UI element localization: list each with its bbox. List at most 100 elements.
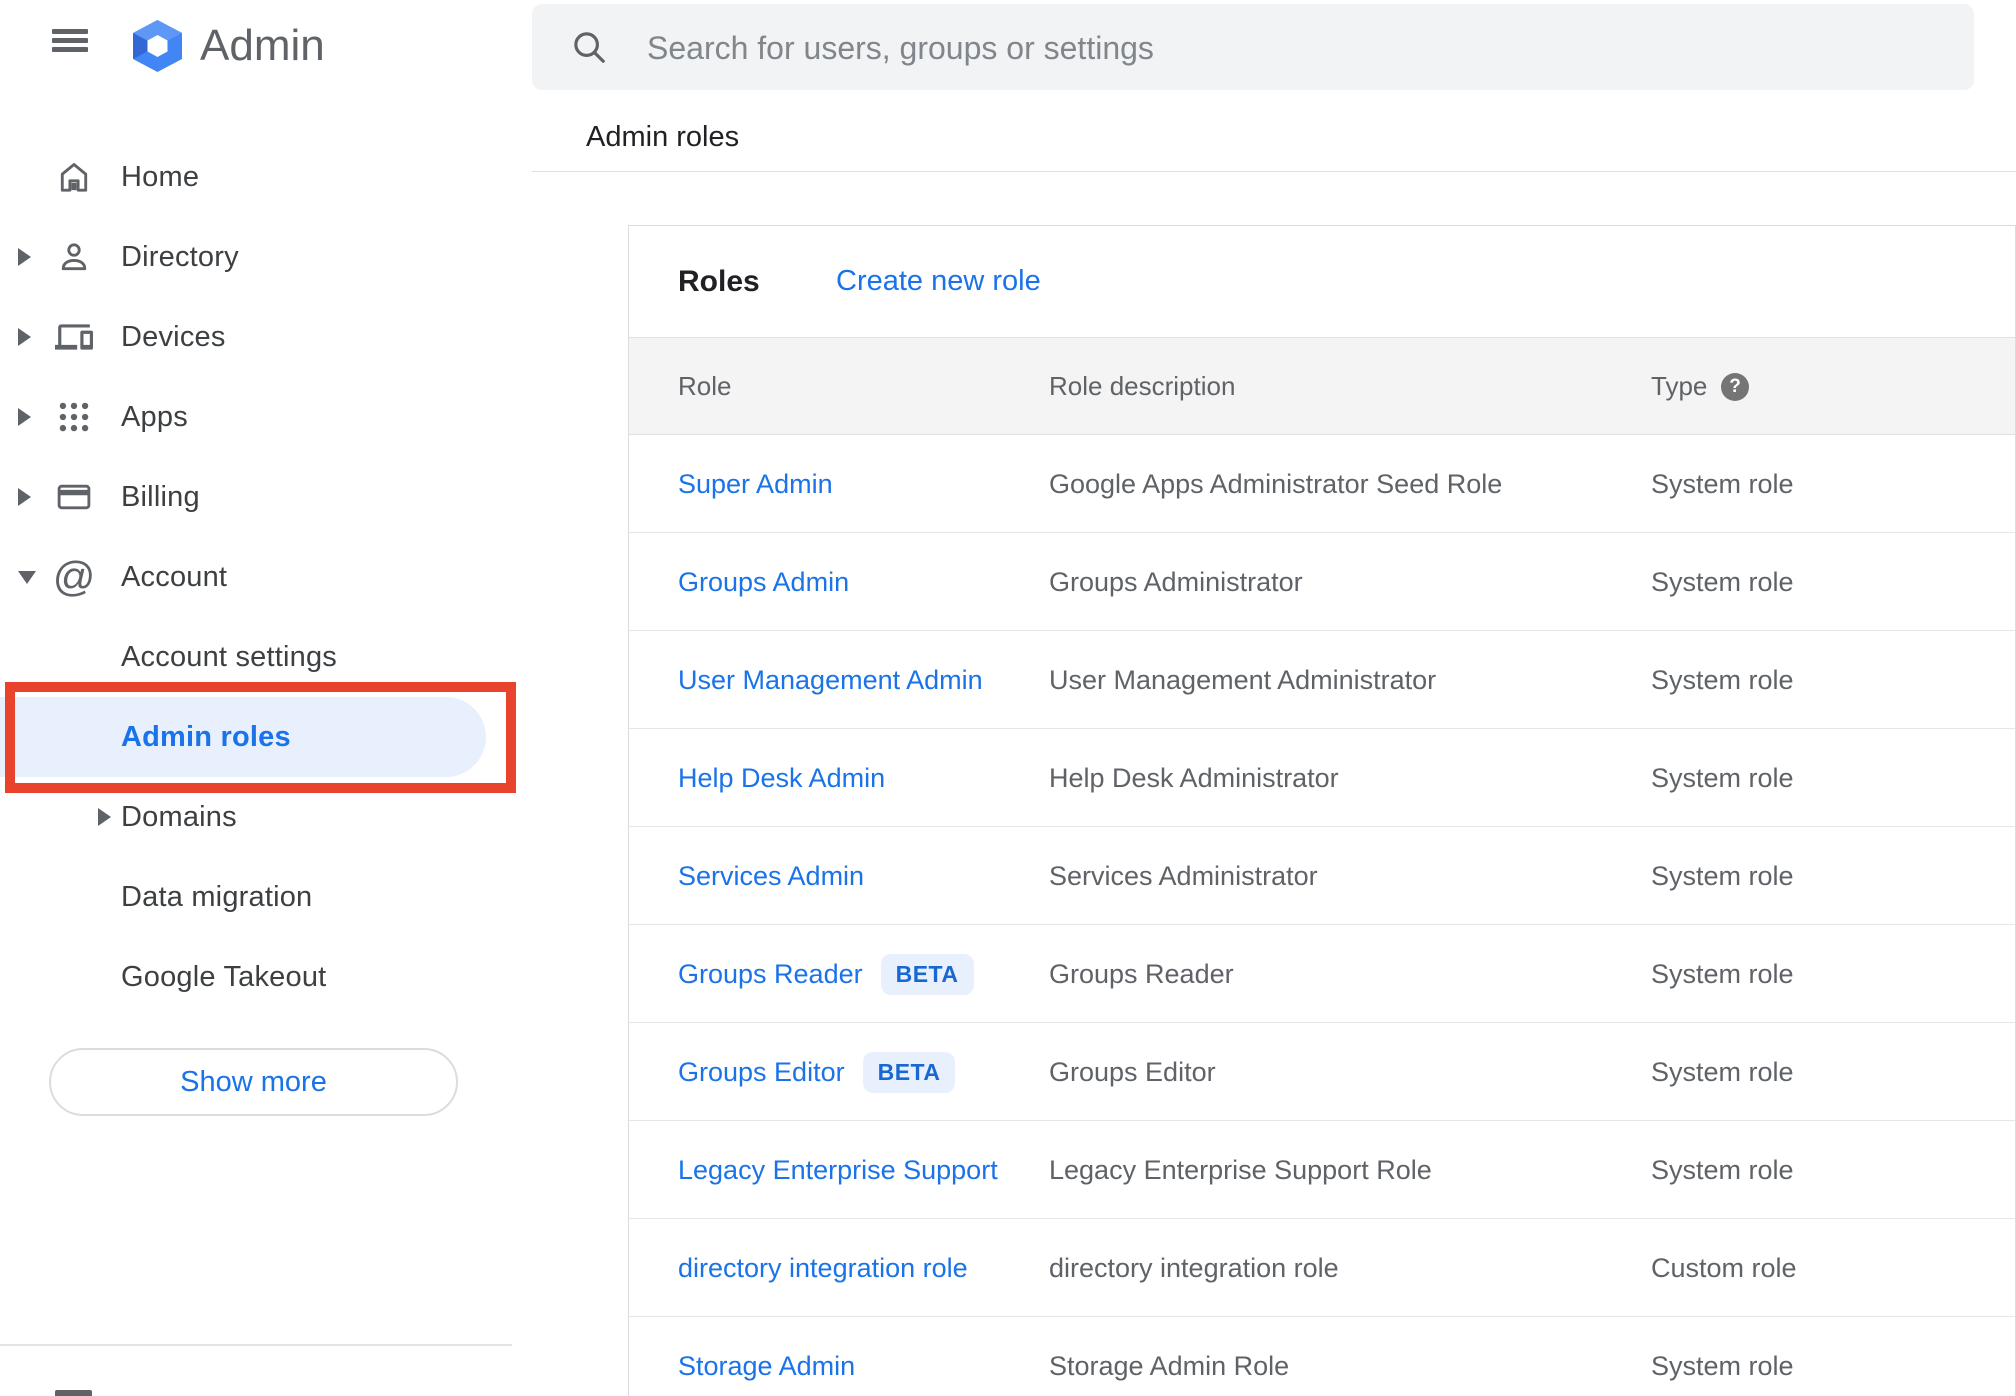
expand-arrow-icon[interactable] xyxy=(18,377,38,457)
role-link[interactable]: Help Desk Admin xyxy=(678,763,885,794)
sidebar-item-devices[interactable]: Devices xyxy=(0,297,512,377)
role-description: Groups Editor xyxy=(1049,1056,1216,1087)
role-type: Custom role xyxy=(1651,1252,1797,1283)
sidebar-item-account-settings[interactable]: Account settings xyxy=(0,617,512,697)
beta-badge: BETA xyxy=(880,953,974,995)
table-row-groups-admin: Groups Admin Groups Administrator System… xyxy=(629,533,2015,631)
table-row-super-admin: Super Admin Google Apps Administrator Se… xyxy=(629,435,2015,533)
table-row-storage-admin: Storage Admin Storage Admin Role System … xyxy=(629,1317,2015,1396)
sidebar-divider xyxy=(0,1344,512,1346)
roles-title: Roles xyxy=(678,265,760,298)
role-type: System role xyxy=(1651,566,1794,597)
beta-badge: BETA xyxy=(862,1051,956,1093)
admin-logo[interactable] xyxy=(128,20,187,72)
table-row-directory-integration-role: directory integration role directory int… xyxy=(629,1219,2015,1317)
sidebar-item-label: Apps xyxy=(121,401,188,433)
column-header-role: Role xyxy=(678,371,732,401)
role-type: System role xyxy=(1651,958,1794,989)
hamburger-icon[interactable] xyxy=(52,29,88,52)
breadcrumb: Admin roles xyxy=(586,121,740,153)
apps-grid-icon xyxy=(55,398,93,436)
show-more-button[interactable]: Show more xyxy=(49,1048,458,1116)
table-row-user-management-admin: User Management Admin User Management Ad… xyxy=(629,631,2015,729)
content-divider xyxy=(532,171,2016,172)
role-link[interactable]: Groups Editor xyxy=(678,1057,845,1088)
role-link[interactable]: Legacy Enterprise Support xyxy=(678,1155,998,1186)
role-type: System role xyxy=(1651,468,1794,499)
sidebar-item-label: Directory xyxy=(121,241,239,273)
table-row-groups-reader: Groups Reader BETA Groups Reader System … xyxy=(629,925,2015,1023)
search-input[interactable] xyxy=(645,4,1899,92)
role-type: System role xyxy=(1651,664,1794,695)
role-description: User Management Administrator xyxy=(1049,664,1437,695)
sidebar-item-label: Google Takeout xyxy=(121,961,327,993)
sidebar-item-label: Domains xyxy=(121,801,237,833)
role-description: Storage Admin Role xyxy=(1049,1350,1290,1381)
sidebar: Admin Home Directory Devices Apps Billin… xyxy=(0,0,512,1396)
role-type: System role xyxy=(1651,762,1794,793)
sidebar-item-billing[interactable]: Billing xyxy=(0,457,512,537)
sidebar-nav: Home Directory Devices Apps Billing @ Ac… xyxy=(0,137,512,1017)
help-icon[interactable]: ? xyxy=(1721,373,1749,401)
role-type: System role xyxy=(1651,860,1794,891)
sidebar-item-label: Home xyxy=(121,161,200,193)
table-row-help-desk-admin: Help Desk Admin Help Desk Administrator … xyxy=(629,729,2015,827)
sidebar-item-google-takeout[interactable]: Google Takeout xyxy=(0,937,512,1017)
role-link[interactable]: Super Admin xyxy=(678,469,833,500)
role-type: System role xyxy=(1651,1154,1794,1185)
credit-card-icon xyxy=(55,478,93,516)
sidebar-item-label: Devices xyxy=(121,321,226,353)
sidebar-item-apps[interactable]: Apps xyxy=(0,377,512,457)
search-icon xyxy=(574,32,605,63)
collapse-arrow-icon[interactable] xyxy=(18,537,38,617)
roles-card-header: Roles Create new role xyxy=(629,226,2015,338)
role-link[interactable]: Groups Admin xyxy=(678,567,849,598)
table-row-legacy-enterprise-support: Legacy Enterprise Support Legacy Enterpr… xyxy=(629,1121,2015,1219)
expand-arrow-icon[interactable] xyxy=(18,297,38,377)
sidebar-item-label: Data migration xyxy=(121,881,313,913)
expand-arrow-icon[interactable] xyxy=(98,777,118,857)
sidebar-item-directory[interactable]: Directory xyxy=(0,217,512,297)
table-header-row: Role Role description Type ? xyxy=(629,338,2015,435)
role-link[interactable]: Groups Reader xyxy=(678,959,863,990)
roles-table-body: Super Admin Google Apps Administrator Se… xyxy=(629,435,2015,1396)
admin-hexagon-icon xyxy=(133,20,182,72)
table-row-services-admin: Services Admin Services Administrator Sy… xyxy=(629,827,2015,925)
sidebar-item-label: Account xyxy=(121,561,228,593)
sidebar-item-account[interactable]: @ Account xyxy=(0,537,512,617)
column-header-type: Type xyxy=(1651,371,1708,401)
role-link[interactable]: Services Admin xyxy=(678,861,864,892)
google-admin-console: Admin Home Directory Devices Apps Billin… xyxy=(0,0,2016,1396)
role-description: Google Apps Administrator Seed Role xyxy=(1049,468,1503,499)
expand-arrow-icon[interactable] xyxy=(18,457,38,537)
sidebar-item-domains[interactable]: Domains xyxy=(0,777,512,857)
sidebar-item-label: Admin roles xyxy=(121,721,291,753)
role-description: Help Desk Administrator xyxy=(1049,762,1339,793)
roles-card: Roles Create new role Role Role descript… xyxy=(628,225,2016,1396)
role-description: Groups Administrator xyxy=(1049,566,1303,597)
person-icon xyxy=(55,238,93,276)
role-description: directory integration role xyxy=(1049,1252,1339,1283)
at-sign-icon: @ xyxy=(52,553,96,600)
sidebar-item-admin-roles[interactable]: Admin roles xyxy=(0,697,512,777)
sidebar-item-label: Account settings xyxy=(121,641,337,673)
search-bar xyxy=(532,4,1974,92)
role-link[interactable]: User Management Admin xyxy=(678,665,983,696)
column-header-role-description: Role description xyxy=(1049,371,1236,401)
sidebar-item-data-migration[interactable]: Data migration xyxy=(0,857,512,937)
expand-arrow-icon[interactable] xyxy=(18,217,38,297)
role-link[interactable]: directory integration role xyxy=(678,1253,968,1284)
role-type: System role xyxy=(1651,1056,1794,1087)
logo-text: Admin xyxy=(200,21,325,70)
table-row-groups-editor: Groups Editor BETA Groups Editor System … xyxy=(629,1023,2015,1121)
devices-icon xyxy=(55,318,93,356)
role-description: Services Administrator xyxy=(1049,860,1318,891)
role-link[interactable]: Storage Admin xyxy=(678,1351,855,1382)
home-icon xyxy=(55,158,93,196)
clipped-bottom-icon xyxy=(55,1390,92,1396)
create-new-role-link[interactable]: Create new role xyxy=(836,226,1041,337)
sidebar-item-home[interactable]: Home xyxy=(0,137,512,217)
sidebar-item-label: Billing xyxy=(121,481,200,513)
role-type: System role xyxy=(1651,1350,1794,1381)
role-description: Legacy Enterprise Support Role xyxy=(1049,1154,1432,1185)
